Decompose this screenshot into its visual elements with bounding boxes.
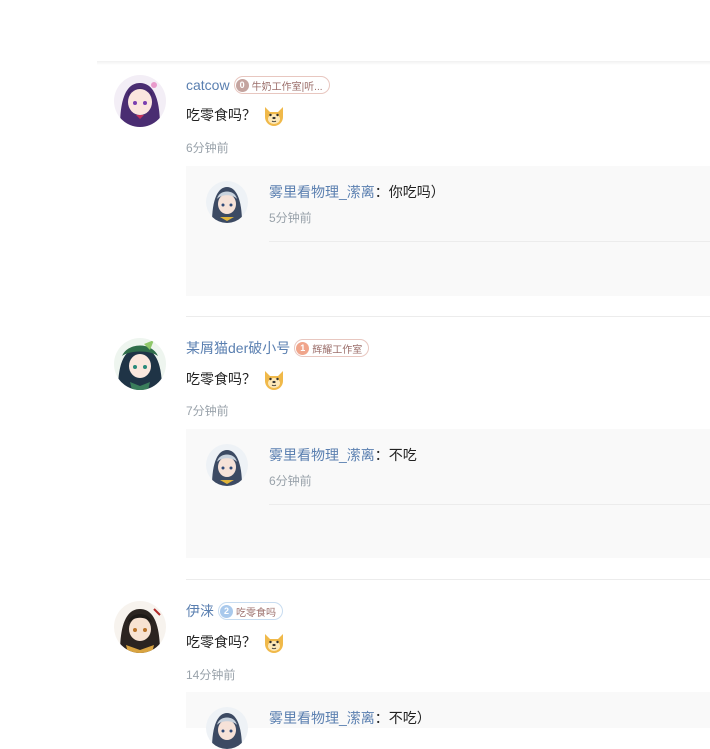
comment-content: 吃零食吗？	[186, 367, 286, 391]
reply-text: 不吃）	[388, 710, 431, 726]
medal-text: 吃零食吗	[236, 607, 276, 619]
avatar[interactable]	[114, 75, 166, 127]
comment-user-line: catcow 0 牛奶工作室|听...	[186, 75, 330, 95]
avatar[interactable]	[114, 601, 166, 653]
reply-username[interactable]: 雾里看物理_潆离	[269, 710, 375, 726]
comment-text: 吃零食吗？	[186, 107, 256, 123]
fan-medal-badge[interactable]: 0 牛奶工作室|听...	[233, 76, 330, 94]
reply-separator: ：	[374, 184, 389, 200]
reply-text: 不吃	[388, 447, 417, 463]
comment-user-line: 伊涞 2 吃零食吗	[186, 601, 283, 621]
reply-username[interactable]: 雾里看物理_潆离	[269, 447, 375, 463]
doge-emoji-icon	[265, 371, 283, 390]
reply-text: 你吃吗）	[388, 184, 445, 200]
comment-username[interactable]: 某屑猫der破小号	[186, 338, 290, 358]
medal-level: 1	[296, 341, 310, 355]
reply-box: 雾里看物理_潆离：你吃吗） 5分钟前	[186, 166, 710, 296]
reply-time: 6分钟前	[269, 474, 312, 488]
fan-medal-badge[interactable]: 2 吃零食吗	[218, 602, 283, 620]
comment-username[interactable]: catcow	[186, 77, 230, 93]
reply-line: 雾里看物理_潆离：你吃吗）	[269, 182, 445, 202]
medal-level: 0	[235, 78, 249, 92]
reply-avatar[interactable]	[206, 181, 248, 223]
comment-time: 14分钟前	[186, 668, 236, 682]
comment-list-top-border	[97, 61, 710, 65]
avatar[interactable]	[114, 338, 166, 390]
reply-time: 5分钟前	[269, 211, 312, 225]
medal-text: 辉耀工作室	[312, 344, 363, 356]
reply-box: 雾里看物理_潆离：不吃 6分钟前	[186, 429, 710, 558]
comment-username[interactable]: 伊涞	[186, 601, 214, 621]
doge-emoji-icon	[265, 634, 283, 653]
comment-time: 6分钟前	[186, 141, 229, 155]
comment-time: 7分钟前	[186, 404, 229, 418]
reply-divider	[269, 241, 710, 242]
reply-avatar[interactable]	[206, 707, 248, 749]
reply-box: 雾里看物理_潆离：不吃）	[186, 692, 710, 749]
comment-content: 吃零食吗？	[186, 103, 286, 127]
reply-separator: ：	[374, 447, 389, 463]
reply-line: 雾里看物理_潆离：不吃	[269, 445, 417, 465]
reply-avatar[interactable]	[206, 444, 248, 486]
doge-emoji-icon	[265, 107, 283, 126]
comment-user-line: 某屑猫der破小号 1 辉耀工作室	[186, 338, 370, 358]
comment-divider	[186, 316, 710, 317]
comment-text: 吃零食吗？	[186, 634, 256, 650]
comment-content: 吃零食吗？	[186, 630, 286, 654]
fan-medal-badge[interactable]: 1 辉耀工作室	[294, 339, 370, 357]
medal-text: 牛奶工作室|听...	[251, 81, 323, 93]
medal-level: 2	[220, 604, 233, 618]
reply-line: 雾里看物理_潆离：不吃）	[269, 708, 431, 728]
comment-text: 吃零食吗？	[186, 371, 256, 387]
reply-username[interactable]: 雾里看物理_潆离	[269, 184, 375, 200]
reply-separator: ：	[374, 710, 389, 726]
comment-divider	[186, 579, 710, 580]
reply-divider	[269, 504, 710, 505]
